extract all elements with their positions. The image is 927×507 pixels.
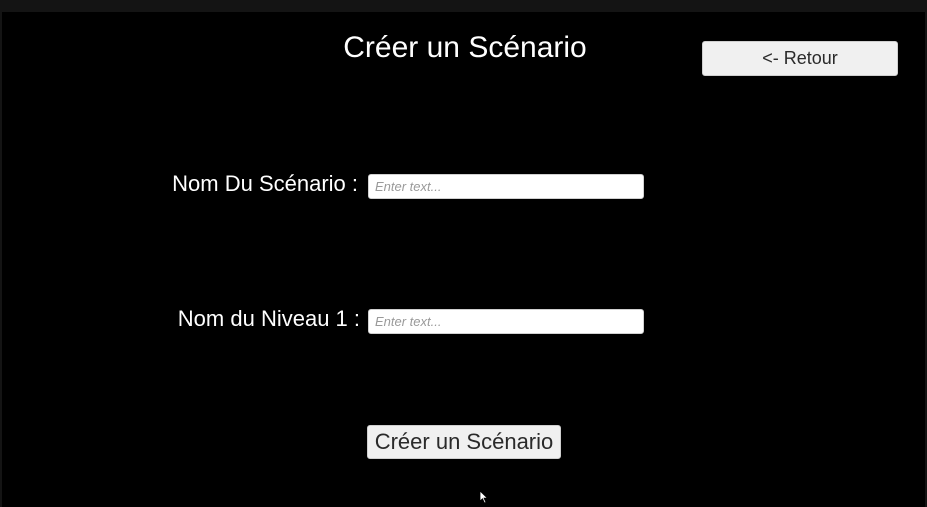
app-window: Créer un Scénario <- Retour Nom Du Scéna… <box>0 0 927 507</box>
back-button[interactable]: <- Retour <box>702 41 898 76</box>
create-scenario-button[interactable]: Créer un Scénario <box>367 425 561 459</box>
level-name-label: Nom du Niveau 1 : <box>177 306 360 331</box>
level-name-input[interactable] <box>368 309 644 334</box>
scenario-name-input[interactable] <box>368 174 644 199</box>
mouse-pointer-icon <box>479 490 489 504</box>
scenario-name-label: Nom Du Scénario : <box>172 171 358 196</box>
